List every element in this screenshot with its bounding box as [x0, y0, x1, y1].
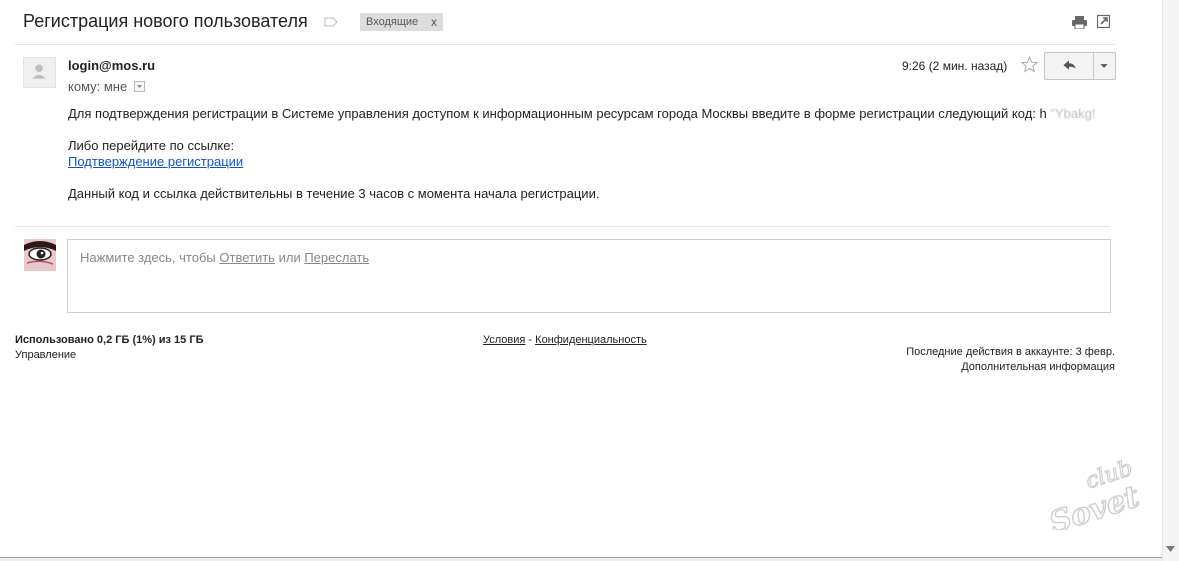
confirmation-code: "Ybakg! [1050, 106, 1096, 121]
body-paragraph-1: Для подтверждения регистрации в Системе … [68, 106, 1095, 121]
user-avatar [24, 239, 56, 271]
star-icon[interactable] [1021, 56, 1038, 73]
manage-storage-link[interactable]: Управление [15, 349, 76, 361]
avatar-placeholder-icon [23, 57, 56, 88]
terms-link[interactable]: Условия [483, 334, 525, 346]
label-icon[interactable] [324, 17, 338, 27]
activity-details-link[interactable]: Дополнительная информация [961, 361, 1115, 373]
reply-link[interactable]: Ответить [219, 250, 275, 265]
reply-button[interactable] [1044, 52, 1094, 80]
dropdown-arrow-icon [1100, 64, 1108, 68]
confirm-registration-link[interactable]: Подтверждение регистрации [68, 154, 243, 169]
show-details-icon[interactable] [134, 81, 145, 92]
watermark-logo: club Sovet [1044, 455, 1144, 530]
message-timestamp: 9:26 (2 мин. назад) [902, 59, 1008, 73]
remove-label-button[interactable]: x [431, 15, 437, 29]
last-activity: Последние действия в аккаунте: 3 февр. [906, 346, 1115, 358]
window-bottom-edge [0, 557, 1162, 561]
privacy-link[interactable]: Конфиденциальность [535, 334, 647, 346]
body-text-1: Для подтверждения регистрации в Системе … [68, 106, 1047, 121]
body-paragraph-2: Либо перейдите по ссылке: [68, 138, 235, 153]
reply-or: или [278, 250, 301, 265]
header-divider [15, 44, 1115, 45]
reply-box[interactable]: Нажмите здесь, чтобы Ответить или Пересл… [67, 239, 1111, 313]
label-chip-inbox[interactable]: Входящие x [360, 13, 443, 31]
forward-link[interactable]: Переслать [304, 250, 369, 265]
message-divider [15, 226, 1110, 227]
storage-usage: Использовано 0,2 ГБ (1%) из 15 ГБ [15, 334, 204, 346]
more-actions-button[interactable] [1093, 52, 1116, 80]
email-subject: Регистрация нового пользователя [23, 11, 308, 31]
new-window-icon[interactable] [1097, 14, 1110, 28]
recipient-line: кому: мне [68, 79, 128, 94]
footer-links: Условия - Конфиденциальность [483, 334, 647, 346]
sender-address[interactable]: login@mos.ru [68, 58, 155, 73]
label-chip-text: Входящие [366, 16, 419, 28]
scroll-down-arrow-icon[interactable] [1165, 544, 1176, 554]
print-icon[interactable] [1072, 15, 1087, 29]
footer-separator: - [528, 334, 533, 346]
body-paragraph-3: Данный код и ссылка действительны в тече… [68, 186, 600, 201]
reply-icon [1063, 60, 1076, 70]
reply-prompt: Нажмите здесь, чтобы [80, 250, 216, 265]
vertical-scrollbar[interactable] [1162, 0, 1179, 561]
